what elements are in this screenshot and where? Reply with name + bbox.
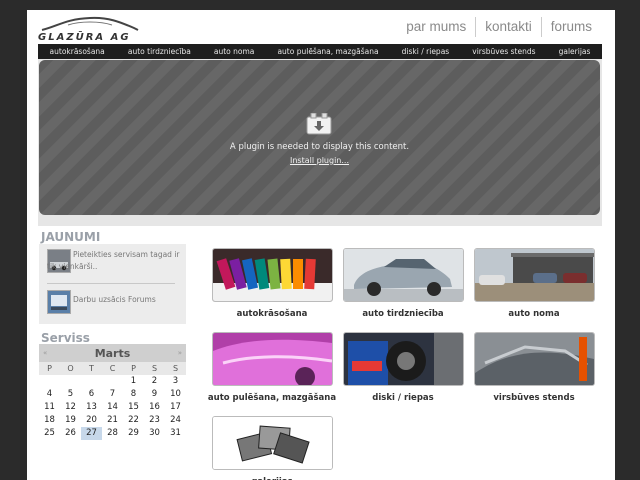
- main-nav-autokrasosana[interactable]: autokrāsošana: [50, 47, 105, 56]
- news-item-2[interactable]: Darbu uzsācis Forums: [47, 294, 181, 306]
- calendar-weekday: P: [39, 362, 60, 375]
- calendar-prev-button[interactable]: «: [43, 349, 47, 357]
- calendar-day[interactable]: 8: [123, 388, 144, 401]
- top-nav-forums[interactable]: forums: [540, 17, 601, 37]
- calendar-weekday: O: [60, 362, 81, 375]
- calendar-day[interactable]: 24: [165, 414, 186, 427]
- tile-label-auto-tirdznieciba[interactable]: auto tirdzniecība: [333, 309, 473, 319]
- top-nav-kontakti[interactable]: kontakti: [475, 17, 541, 37]
- calendar-day[interactable]: 31: [165, 427, 186, 440]
- news-item-1[interactable]: Pieteikties servisam tagad ir tik vienkā…: [47, 249, 181, 273]
- calendar-day[interactable]: 17: [165, 401, 186, 414]
- calendar-day[interactable]: 13: [81, 401, 102, 414]
- calendar-day[interactable]: 12: [60, 401, 81, 414]
- calendar-day[interactable]: 29: [123, 427, 144, 440]
- calendar-day[interactable]: 14: [102, 401, 123, 414]
- calendar-day[interactable]: 21: [102, 414, 123, 427]
- tile-label-diski-riepas[interactable]: diski / riepas: [333, 393, 473, 403]
- tile-label-auto-noma[interactable]: auto noma: [464, 309, 604, 319]
- tile-auto-tirdznieciba[interactable]: [343, 248, 464, 302]
- calendar-day[interactable]: 20: [81, 414, 102, 427]
- calendar-day[interactable]: 26: [60, 427, 81, 440]
- calendar-grid: P O T C P S S 1 2 3 4 5 6 7 8 9 10 11 12 13 14 15 16 17 18 19 20 21…: [39, 362, 186, 440]
- tile-galerijas[interactable]: [212, 416, 333, 470]
- calendar-empty-cell: [60, 375, 81, 388]
- tile-label-virsbuves-stends[interactable]: virsbūves stends: [464, 393, 604, 403]
- page: GLAZŪRA AG par mums kontakti forums auto…: [27, 10, 615, 480]
- main-nav-auto-pulesana[interactable]: auto pulēšana, mazgāšana: [277, 47, 378, 56]
- calendar-day[interactable]: 30: [144, 427, 165, 440]
- calendar-weekday: T: [81, 362, 102, 375]
- tile-label-auto-pulesana[interactable]: auto pulēšana, mazgāšana: [195, 393, 349, 403]
- calendar-next-button[interactable]: »: [178, 349, 182, 357]
- silver-car-image: [344, 249, 463, 301]
- logo[interactable]: GLAZŪRA AG: [38, 16, 142, 46]
- main-nav-galerijas[interactable]: galerijas: [559, 47, 591, 56]
- main-nav-virsbuves-stends[interactable]: virsbūves stends: [472, 47, 535, 56]
- tile-label-autokrasosana[interactable]: autokrāsošana: [202, 309, 342, 319]
- news-title: JAUNUMI: [41, 230, 101, 244]
- calendar-day[interactable]: 6: [81, 388, 102, 401]
- main-nav-auto-tirdznieciba[interactable]: auto tirdzniecība: [128, 47, 191, 56]
- tire-machine-image: [344, 333, 463, 385]
- calendar-empty-cell: [39, 375, 60, 388]
- tile-auto-pulesana[interactable]: [212, 332, 333, 386]
- calendar-weekday: P: [123, 362, 144, 375]
- main-nav-auto-noma[interactable]: auto noma: [214, 47, 255, 56]
- calendar-day[interactable]: 28: [102, 427, 123, 440]
- calendar-day[interactable]: 3: [165, 375, 186, 388]
- tile-auto-noma[interactable]: [474, 248, 595, 302]
- news-divider: [47, 283, 175, 284]
- plugin-placeholder[interactable]: A plugin is needed to display this conte…: [39, 60, 600, 215]
- calendar-day[interactable]: 11: [39, 401, 60, 414]
- calendar-weekday: S: [165, 362, 186, 375]
- calendar-day[interactable]: 19: [60, 414, 81, 427]
- calendar-day[interactable]: 1: [123, 375, 144, 388]
- polished-car-image: [213, 333, 332, 385]
- calendar: « Marts » P O T C P S S 1 2 3 4 5 6 7 8 9 10 11 12 13 14 15 16…: [39, 344, 186, 440]
- calendar-month: Marts: [94, 346, 131, 360]
- calendar-weekday: S: [144, 362, 165, 375]
- calendar-day[interactable]: 10: [165, 388, 186, 401]
- calendar-day[interactable]: 15: [123, 401, 144, 414]
- calendar-day[interactable]: 9: [144, 388, 165, 401]
- calendar-day[interactable]: 23: [144, 414, 165, 427]
- calendar-day[interactable]: 2: [144, 375, 165, 388]
- news-box: Pieteikties servisam tagad ir tik vienkā…: [39, 244, 186, 324]
- calendar-day[interactable]: 22: [123, 414, 144, 427]
- tile-diski-riepas[interactable]: [343, 332, 464, 386]
- top-nav: par mums kontakti forums: [397, 16, 601, 38]
- calendar-day[interactable]: 7: [102, 388, 123, 401]
- calendar-weekday: C: [102, 362, 123, 375]
- car-frame-image: [475, 333, 594, 385]
- calendar-day[interactable]: 4: [39, 388, 60, 401]
- main-nav: autokrāsošana auto tirdzniecība auto nom…: [38, 44, 602, 59]
- calendar-day[interactable]: 16: [144, 401, 165, 414]
- install-plugin-link[interactable]: Install plugin...: [39, 156, 600, 165]
- main-nav-diski-riepas[interactable]: diski / riepas: [402, 47, 450, 56]
- calendar-empty-cell: [102, 375, 123, 388]
- calendar-day[interactable]: 18: [39, 414, 60, 427]
- gallery-photos-icon: [213, 417, 332, 469]
- calendar-empty-cell: [81, 375, 102, 388]
- plugin-download-icon: [306, 113, 332, 135]
- tile-autokrasosana[interactable]: [212, 248, 333, 302]
- paint-swatches-image: [213, 249, 332, 301]
- logo-text: GLAZŪRA AG: [38, 32, 131, 43]
- service-title: Serviss: [41, 331, 90, 345]
- car-lot-image: [475, 249, 594, 301]
- calendar-header: « Marts »: [39, 344, 186, 362]
- calendar-day-today[interactable]: 27: [81, 427, 102, 440]
- plugin-message: A plugin is needed to display this conte…: [229, 142, 410, 152]
- calendar-day[interactable]: 25: [39, 427, 60, 440]
- banner-area: A plugin is needed to display this conte…: [38, 59, 602, 226]
- tile-virsbuves-stends[interactable]: [474, 332, 595, 386]
- top-nav-par-mums[interactable]: par mums: [397, 17, 475, 37]
- calendar-day[interactable]: 5: [60, 388, 81, 401]
